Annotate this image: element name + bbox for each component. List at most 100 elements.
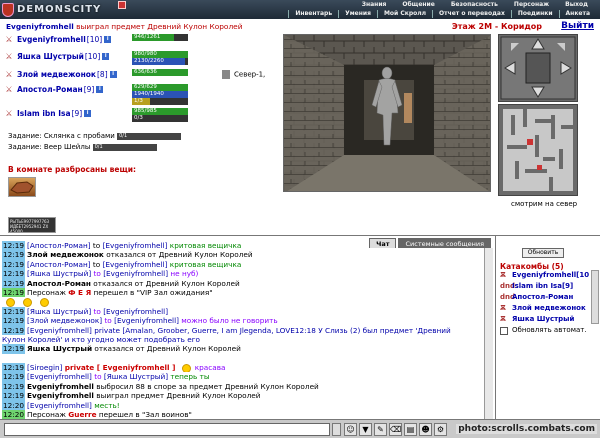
user-list-item[interactable]: Ѫ Злой медвежонок bbox=[500, 304, 586, 312]
chat-fragment: Апостол-Роман bbox=[27, 278, 91, 288]
chat-fragment[interactable]: [Evgeniyfromhell] bbox=[114, 316, 179, 325]
chat-fragment[interactable]: [Злой медвежонок] bbox=[27, 316, 102, 325]
menu-item-bottom-2[interactable]: Мой Скролл bbox=[376, 10, 432, 18]
chat-fragment[interactable]: [Яшка Шустрый] bbox=[27, 307, 91, 316]
chat-input-scroll[interactable] bbox=[332, 423, 341, 436]
menu-item-bottom-4[interactable]: Поединки bbox=[510, 10, 559, 18]
alert-icon[interactable] bbox=[118, 1, 126, 9]
hp-value: 985/985 bbox=[134, 108, 157, 114]
member-name: Злой медвежонок bbox=[17, 70, 96, 79]
room-users-panel: Обновить Катакомбы (5) Ѫ Evgeniyfromhell[… bbox=[495, 235, 600, 419]
minimap[interactable] bbox=[498, 104, 578, 196]
chat-fragment: критовая вещичка bbox=[169, 259, 242, 269]
chat-fragment[interactable]: [Evgeniyfromhell] bbox=[103, 307, 168, 316]
mp-value: 2130/2260 bbox=[134, 58, 164, 64]
info-icon[interactable]: i bbox=[96, 86, 104, 93]
filter-icon[interactable]: ▼ bbox=[359, 423, 372, 436]
chat-line: 12:20 [Evgeniyfromhell] месть! bbox=[2, 400, 492, 411]
room-title: Катакомбы (5) bbox=[500, 262, 564, 271]
menu-item-top-1[interactable]: Общение bbox=[394, 1, 442, 9]
party-member[interactable]: ⚔ Яшка Шустрый [10] i bbox=[4, 52, 110, 61]
chat-fragment[interactable]: [Evgeniyfromhell] bbox=[103, 269, 168, 278]
user-list-item[interactable]: dnd Апостол-Роман bbox=[500, 293, 573, 301]
menu-item-bottom-5[interactable]: Анкета bbox=[558, 10, 596, 18]
chat-fragment[interactable]: private [Amalan, Groober, Guerre, I am J… bbox=[94, 326, 451, 335]
user-list-scrollbar[interactable] bbox=[591, 270, 599, 324]
chat-fragment: выиграл предмет Древний Кулон Королей bbox=[96, 391, 261, 401]
task-progress: 0/1 bbox=[117, 132, 182, 140]
extra-bar: 1/3 bbox=[132, 98, 188, 105]
smiley-icon bbox=[23, 297, 32, 307]
emoji-icon[interactable]: ☺ bbox=[344, 423, 357, 436]
menu-item-bottom-0[interactable]: Инвентарь bbox=[288, 10, 338, 18]
chat-tab-1[interactable]: Системные сообщения bbox=[398, 238, 491, 248]
exit-link[interactable]: Выйти bbox=[561, 21, 594, 31]
chat-fragment[interactable]: [Evgeniyfromhell] bbox=[103, 260, 168, 269]
menu-top: Знания Общение Безопасность Персонаж Выход bbox=[354, 1, 596, 9]
menu-item-top-4[interactable]: Выход bbox=[557, 1, 596, 9]
task-progress: 0/1 bbox=[92, 143, 157, 151]
chat-fragment[interactable]: Кулон Королей' и кто угодно может подобр… bbox=[2, 335, 200, 344]
refresh-button[interactable]: Обновить bbox=[522, 248, 564, 258]
dungeon-viewport[interactable] bbox=[283, 34, 491, 192]
chat-fragment[interactable]: [Evgeniyfromhell] bbox=[27, 372, 92, 381]
item-slot[interactable] bbox=[8, 177, 36, 197]
info-icon[interactable]: i bbox=[104, 36, 112, 43]
chat-fragment[interactable]: [Evgeniyfromhell] bbox=[103, 241, 168, 250]
save-icon[interactable]: ▤ bbox=[404, 423, 417, 436]
member-bars: 636/636 bbox=[132, 69, 188, 76]
chat-fragment[interactable]: [Evgeniyfromhell] bbox=[27, 326, 92, 335]
translit-icon[interactable]: ⌫ bbox=[389, 423, 402, 436]
chat-fragment: красава bbox=[194, 363, 226, 373]
chat-fragment[interactable]: [Яшка Шустрый] bbox=[104, 372, 168, 381]
chat-tab-0[interactable]: Чат bbox=[369, 238, 397, 248]
user-list-item[interactable]: dnd Islam ibn Isa[9] bbox=[500, 282, 573, 290]
chat-fragment[interactable]: [Siroegin] bbox=[27, 363, 62, 372]
auto-refresh-checkbox[interactable] bbox=[500, 327, 508, 335]
menu-item-bottom-3[interactable]: Отчет о переводах bbox=[432, 10, 511, 18]
menu-bottom: Инвентарь Умения Мой Скролл Отчет о перевод… bbox=[288, 10, 596, 18]
gauntlet-icon bbox=[10, 181, 34, 194]
party-member[interactable]: ⚔ Evgeniyfromhell [10] i bbox=[4, 35, 112, 44]
info-icon[interactable]: i bbox=[102, 53, 110, 60]
auto-refresh-toggle[interactable]: Обновлять автомат. bbox=[500, 326, 587, 335]
chat-fragment[interactable]: [Апостол-Роман] bbox=[27, 260, 91, 269]
hp-value: 636/636 bbox=[134, 69, 157, 75]
chat-time: 12:19 bbox=[2, 391, 26, 401]
clear-icon[interactable]: ✎ bbox=[374, 423, 387, 436]
menu-item-top-2[interactable]: Безопасность bbox=[443, 1, 506, 9]
chat-time: 12:19 bbox=[2, 269, 26, 279]
info-icon[interactable]: i bbox=[84, 110, 92, 117]
smile-icon[interactable]: ☻ bbox=[419, 423, 432, 436]
member-level: [10] bbox=[86, 35, 103, 44]
chat-fragment[interactable]: [Апостол-Роман] bbox=[27, 241, 91, 250]
chat-fragment: не нуб) bbox=[170, 269, 199, 279]
party-member[interactable]: ⚔ Islam ibn Isa [9] i bbox=[4, 109, 92, 118]
chat-fragment: Персонаж bbox=[27, 410, 66, 419]
chat-line: Кулон Королей' и кто угодно может подобр… bbox=[2, 335, 492, 344]
party-member[interactable]: ⚔ Апостол-Роман [9] i bbox=[4, 85, 104, 94]
compass[interactable] bbox=[498, 34, 578, 102]
chat-tabs: Чат Системные сообщения bbox=[367, 238, 491, 248]
user-status-icon: Ѫ bbox=[500, 304, 506, 312]
menu-item-top-0[interactable]: Знания bbox=[354, 1, 395, 9]
party-member[interactable]: ⚔ Злой медвежонок [8] i bbox=[4, 70, 117, 79]
user-list-item[interactable]: Ѫ Evgeniyfromhell[10 bbox=[500, 271, 589, 279]
chat-fragment: to bbox=[93, 269, 101, 279]
chat-fragment: Персонаж bbox=[27, 287, 66, 297]
gear-icon[interactable]: ⚙ bbox=[434, 423, 447, 436]
chat-time: 12:19 bbox=[2, 372, 26, 382]
chat-input[interactable] bbox=[4, 423, 330, 436]
chat-fragment[interactable]: [Яшка Шустрый] bbox=[27, 269, 91, 278]
chat-fragment[interactable]: [Evgeniyfromhell] bbox=[27, 401, 92, 410]
chat-scrollbar[interactable] bbox=[484, 248, 493, 420]
menu-item-top-3[interactable]: Персонаж bbox=[506, 1, 557, 9]
member-name: Evgeniyfromhell bbox=[17, 35, 86, 44]
sword-icon: ⚔ bbox=[5, 35, 13, 44]
info-icon[interactable]: i bbox=[109, 71, 117, 78]
item-code-slot[interactable]: РЫТЬЕ9977997763 ИДЁЕТ2952941 ZX 45000 bbox=[8, 217, 56, 233]
user-list-item[interactable]: Ѫ Яшка Шустрый bbox=[500, 315, 574, 323]
menu-item-bottom-1[interactable]: Умения bbox=[338, 10, 377, 18]
chat-time: 12:19 bbox=[2, 316, 26, 326]
user-status-icon: dnd bbox=[500, 282, 516, 290]
